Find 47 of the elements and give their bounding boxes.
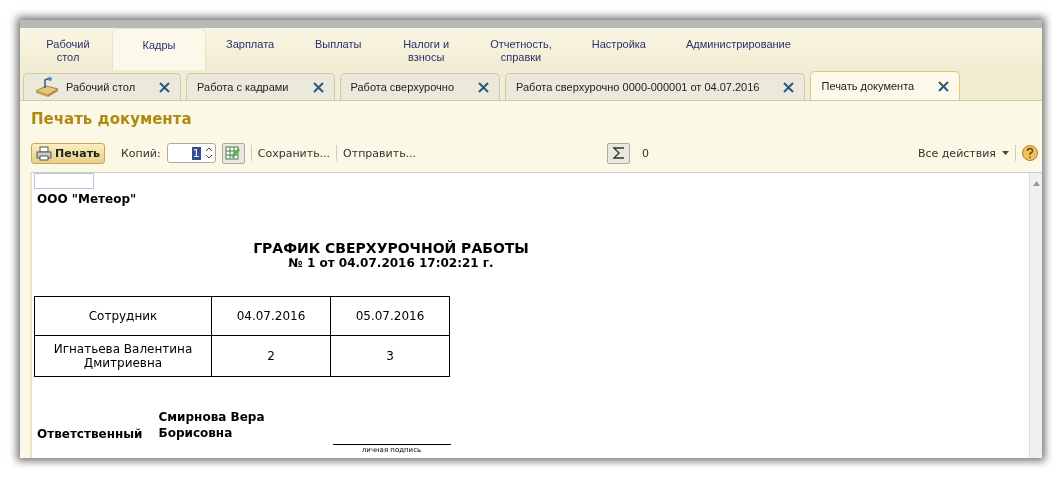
column-header: Сотрудник <box>34 296 212 336</box>
section-tab[interactable]: Кадры <box>112 28 206 70</box>
copies-label: Копий: <box>121 146 161 160</box>
section-tab[interactable]: Выплаты <box>294 28 383 70</box>
report-title: ГРАФИК СВЕРХУРОЧНОЙ РАБОТЫ <box>253 240 529 256</box>
document-tab[interactable]: Работа сверхурочно 0000-000001 от 04.07.2016 <box>505 73 806 100</box>
close-icon[interactable] <box>312 81 324 93</box>
save-link[interactable]: Сохранить... <box>257 146 331 160</box>
organization-name: ООО "Метеор" <box>36 191 138 208</box>
copies-field[interactable]: 1 <box>166 143 216 163</box>
section-tab[interactable]: Налоги и взносы <box>382 28 471 70</box>
table-edit-button[interactable] <box>221 142 245 164</box>
caret-icon[interactable] <box>1002 150 1009 156</box>
column-header: 05.07.2016 <box>330 296 450 336</box>
document-tab[interactable]: Работа сверхурочно <box>339 73 500 100</box>
close-icon[interactable] <box>938 80 950 92</box>
section-tab[interactable]: Администрирование <box>665 28 811 70</box>
responsible-name: Смирнова Вера Борисовна <box>158 409 266 442</box>
close-icon[interactable] <box>478 81 489 93</box>
document-tab[interactable]: Печать документа <box>810 71 961 100</box>
sum-button[interactable] <box>607 142 631 164</box>
section-tab[interactable]: Рабочий стол <box>24 28 112 70</box>
spinner-arrows-icon[interactable] <box>203 145 214 161</box>
section-tab[interactable]: Зарплата <box>206 28 295 70</box>
section-tab[interactable]: Настройка <box>571 28 666 70</box>
all-actions-menu[interactable]: Все действия <box>917 146 996 160</box>
selected-cell[interactable] <box>34 173 94 189</box>
scrollbar[interactable] <box>1029 173 1042 458</box>
printer-icon <box>36 145 52 161</box>
report-subtitle: № 1 от 04.07.2016 17:02:21 г. <box>288 256 494 270</box>
document-tab[interactable]: Рабочий стол <box>23 73 182 100</box>
help-icon[interactable] <box>1022 145 1038 161</box>
table-cell: 3 <box>330 335 450 377</box>
close-icon[interactable] <box>159 81 171 93</box>
responsible-label: Ответственный <box>36 427 144 443</box>
sigma-icon <box>611 146 626 160</box>
column-header: 04.07.2016 <box>211 296 331 336</box>
table-cell: Игнатьева Валентина Дмитриевна <box>34 335 212 377</box>
table-cell: 2 <box>211 335 331 377</box>
print-button[interactable]: Печать <box>31 142 105 164</box>
send-link[interactable]: Отправить... <box>343 146 417 160</box>
sum-value: 0 <box>642 146 650 160</box>
section-tab[interactable]: Отчетность, справки <box>470 28 572 70</box>
document-tab[interactable]: Работа с кадрами <box>186 73 335 100</box>
page-title: Печать документа <box>30 109 193 130</box>
close-icon[interactable] <box>783 81 795 93</box>
desk-icon <box>34 76 60 98</box>
